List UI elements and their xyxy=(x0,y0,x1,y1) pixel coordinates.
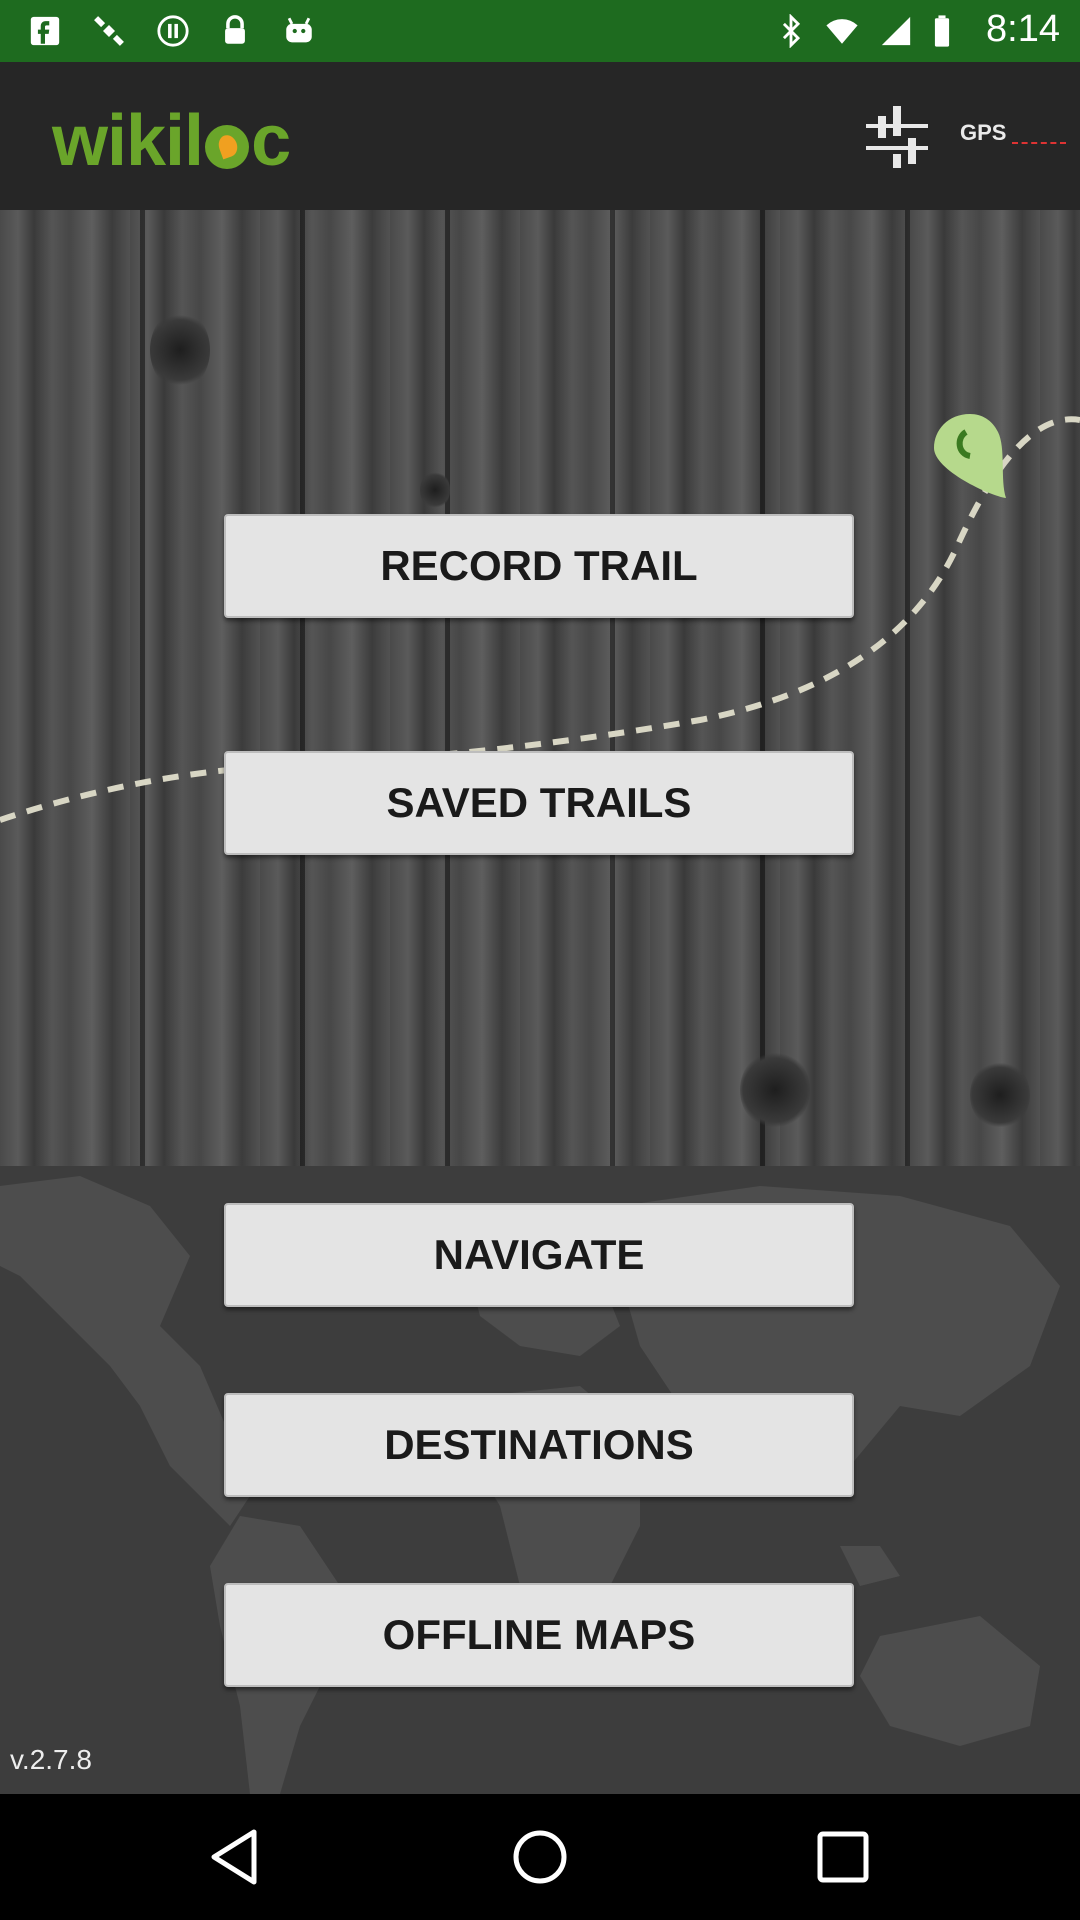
navigate-button[interactable]: NAVIGATE xyxy=(224,1203,854,1307)
back-icon[interactable] xyxy=(202,1822,272,1892)
battery-icon xyxy=(930,14,954,48)
saved-trails-button[interactable]: SAVED TRAILS xyxy=(224,751,854,855)
gps-label: GPS xyxy=(960,120,1007,145)
wikiloc-logo: wikil c xyxy=(52,100,291,182)
facebook-icon xyxy=(28,14,62,48)
record-trail-button[interactable]: RECORD TRAIL xyxy=(224,514,854,618)
status-bar: 8:14 xyxy=(0,0,1080,62)
offline-maps-button[interactable]: OFFLINE MAPS xyxy=(224,1583,854,1687)
gps-signal-indicator xyxy=(1012,142,1066,144)
destinations-button[interactable]: DESTINATIONS xyxy=(224,1393,854,1497)
map-pin-icon xyxy=(930,410,1010,500)
home-icon[interactable] xyxy=(505,1822,575,1892)
android-icon xyxy=(282,14,316,48)
wood-background xyxy=(0,210,1080,1166)
logo-text-before: wikil xyxy=(52,101,204,181)
app-version: v.2.7.8 xyxy=(10,1744,92,1775)
app-header: wikil c GPS xyxy=(0,62,1080,212)
wifi-icon xyxy=(822,14,862,48)
lock-icon xyxy=(218,14,252,48)
settings-sliders-icon[interactable] xyxy=(862,102,932,172)
recents-icon[interactable] xyxy=(808,1822,878,1892)
system-nav-bar xyxy=(0,1794,1080,1920)
pause-circle-icon xyxy=(156,14,190,48)
bluetooth-icon xyxy=(774,13,808,49)
satellite-icon xyxy=(92,14,126,48)
signal-icon xyxy=(876,14,916,48)
logo-text-after: c xyxy=(251,101,291,181)
trail-path-decoration xyxy=(0,416,1080,823)
logo-mark-icon xyxy=(205,125,250,169)
status-time: 8:14 xyxy=(986,8,1060,50)
gps-status[interactable]: GPS xyxy=(960,120,1068,156)
